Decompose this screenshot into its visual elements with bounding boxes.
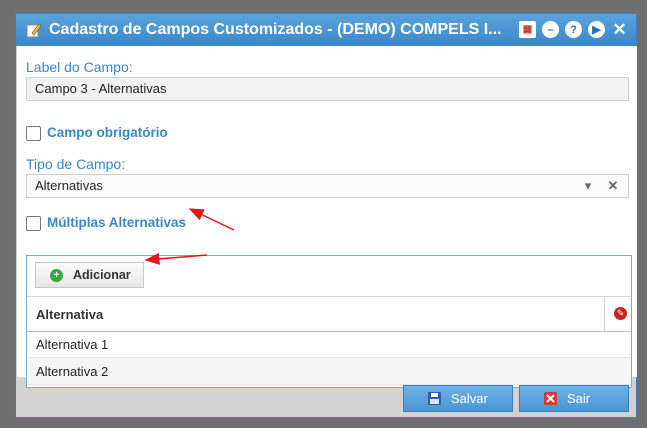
column-separator [604,297,605,331]
column-header-alternativa[interactable]: Alternativa [36,307,103,322]
type-caption: Tipo de Campo: [26,156,126,172]
chevron-down-icon[interactable]: ▾ [577,175,599,197]
help-icon[interactable]: ? [565,21,582,38]
form-content: Label do Campo: Campo 3 - Alternativas C… [17,46,637,388]
exit-icon [544,392,557,405]
title-bar[interactable]: Cadastro de Campos Customizados - (DEMO)… [16,14,636,46]
minimize-icon[interactable]: – [542,21,559,38]
save-button-label: Salvar [451,391,488,406]
close-icon[interactable]: ✕ [611,20,628,39]
required-checkbox-label[interactable]: Campo obrigatório [47,125,168,140]
table-row[interactable]: Alternativa 1 [27,331,631,358]
edit-icon [26,23,42,38]
clear-all-icon[interactable]: ✎ [614,307,627,320]
dialog-window: Cadastro de Campos Customizados - (DEMO)… [15,13,637,418]
clear-icon[interactable]: ✕ [602,175,624,197]
label-field-input[interactable]: Campo 3 - Alternativas [26,77,629,101]
type-select-value: Alternativas [35,178,103,193]
play-icon[interactable]: ▶ [588,21,605,38]
add-button[interactable]: + Adicionar [35,262,144,288]
calendar-icon[interactable]: ▦ [519,21,536,38]
exit-button[interactable]: Sair [519,385,629,412]
table-row[interactable]: Alternativa 2 [27,358,631,385]
type-select[interactable]: Alternativas ▾ ✕ [26,174,629,198]
window-title: Cadastro de Campos Customizados - (DEMO)… [49,21,502,38]
multiple-checkbox[interactable] [26,216,41,231]
save-button[interactable]: Salvar [403,385,513,412]
required-checkbox[interactable] [26,126,41,141]
multiple-checkbox-label[interactable]: Múltiplas Alternativas [47,215,186,230]
grid-header: Alternativa ✎ [27,296,631,332]
floppy-icon [428,392,441,405]
label-field-caption: Label do Campo: [26,59,133,75]
exit-button-label: Sair [567,391,591,406]
add-icon: + [50,269,63,282]
alternatives-panel: + Adicionar Alternativa ✎ Alternativa 1 … [26,255,632,388]
add-button-label: Adicionar [73,268,131,282]
